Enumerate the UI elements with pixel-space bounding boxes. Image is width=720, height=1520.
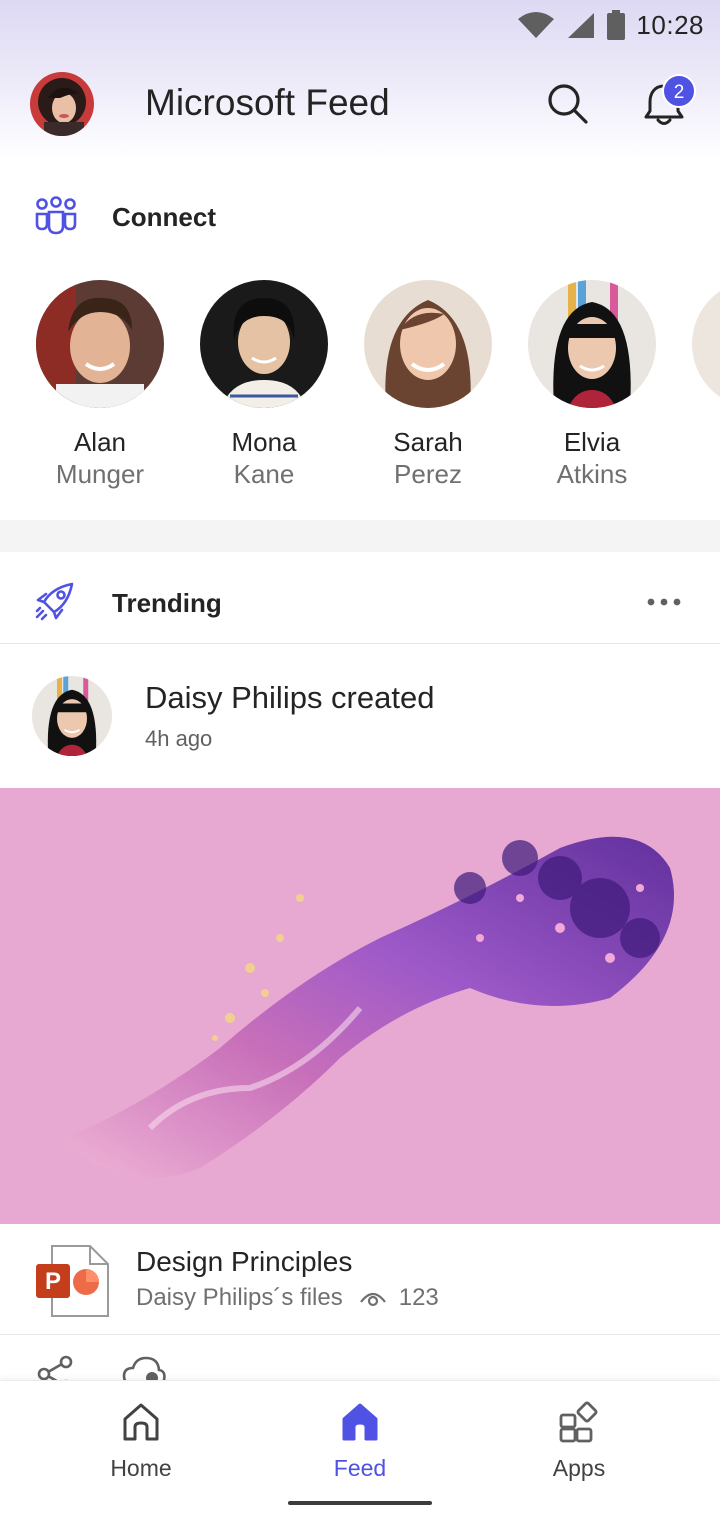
share-icon[interactable] — [36, 1354, 76, 1380]
file-meta: Daisy Philips´s files 123 — [136, 1284, 439, 1312]
more-horizontal-icon — [647, 598, 681, 606]
person-avatar — [692, 280, 720, 408]
clock: 10:28 — [636, 9, 704, 40]
connect-label: Connect — [112, 202, 216, 232]
post-title[interactable]: Daisy Philips created — [145, 680, 434, 716]
file-location: Daisy Philips´s files — [136, 1284, 343, 1311]
nav-apps[interactable]: Apps — [499, 1399, 659, 1482]
bottom-navigation: Home Feed Apps — [0, 1380, 720, 1520]
more-options-button[interactable] — [640, 586, 688, 618]
person-last-name: Atkins — [556, 459, 628, 489]
person-card[interactable]: Mona Kane — [189, 280, 339, 490]
search-button[interactable] — [544, 80, 592, 128]
person-card-partial[interactable] — [681, 280, 720, 408]
divider — [0, 643, 720, 644]
person-avatar — [528, 280, 656, 408]
person-last-name: Munger — [55, 459, 145, 489]
people-icon — [34, 196, 78, 236]
person-avatar — [364, 280, 492, 408]
rocket-icon — [34, 582, 78, 622]
nav-feed-label: Feed — [333, 1455, 387, 1481]
feed-icon — [342, 1403, 378, 1441]
status-bar: 10:28 — [516, 0, 720, 50]
post-timestamp: 4h ago — [145, 726, 213, 751]
person-avatar — [200, 280, 328, 408]
wifi-icon — [518, 12, 555, 38]
search-icon — [548, 84, 588, 124]
apps-icon — [559, 1401, 598, 1443]
svg-text:P: P — [45, 1268, 61, 1295]
eye-icon — [359, 1292, 386, 1307]
person-first-name: Sarah — [393, 427, 463, 457]
person-last-name: Perez — [394, 459, 462, 489]
post-actions — [0, 1336, 720, 1380]
profile-avatar[interactable] — [30, 72, 94, 136]
battery-icon — [607, 10, 626, 40]
notification-badge: 2 — [662, 74, 696, 108]
person-first-name: Alan — [73, 427, 127, 457]
signal-icon — [568, 13, 595, 38]
person-last-name: Kane — [233, 459, 295, 489]
nav-feed[interactable]: Feed — [280, 1399, 440, 1482]
post-image[interactable] — [0, 788, 720, 1224]
person-card[interactable]: Alan Munger — [25, 280, 175, 490]
section-separator — [0, 520, 720, 552]
app-header: Microsoft Feed — [0, 64, 720, 148]
post-author-avatar[interactable] — [32, 676, 112, 756]
gesture-home-indicator[interactable] — [288, 1501, 432, 1505]
trending-header: Trending — [0, 562, 720, 642]
connect-header[interactable]: Connect — [0, 176, 720, 256]
person-first-name: Elvia — [563, 427, 621, 457]
person-first-name: Mona — [231, 427, 297, 457]
nav-home[interactable]: Home — [61, 1399, 221, 1482]
person-card[interactable]: Sarah Perez — [353, 280, 503, 490]
view-count: 123 — [398, 1284, 439, 1311]
nav-apps-label: Apps — [552, 1455, 606, 1481]
powerpoint-file-icon: P — [34, 1244, 110, 1318]
person-avatar — [36, 280, 164, 408]
page-title: Microsoft Feed — [145, 82, 390, 123]
person-card[interactable]: Elvia Atkins — [517, 280, 667, 490]
people-carousel[interactable]: Alan Munger Mona Kane Sarah Perez Elvia … — [0, 280, 720, 500]
divider — [0, 1334, 720, 1335]
trending-label: Trending — [112, 588, 222, 618]
nav-home-label: Home — [110, 1455, 172, 1481]
home-icon — [123, 1403, 159, 1441]
file-name[interactable]: Design Principles — [136, 1246, 352, 1278]
cloud-icon[interactable] — [122, 1354, 166, 1380]
